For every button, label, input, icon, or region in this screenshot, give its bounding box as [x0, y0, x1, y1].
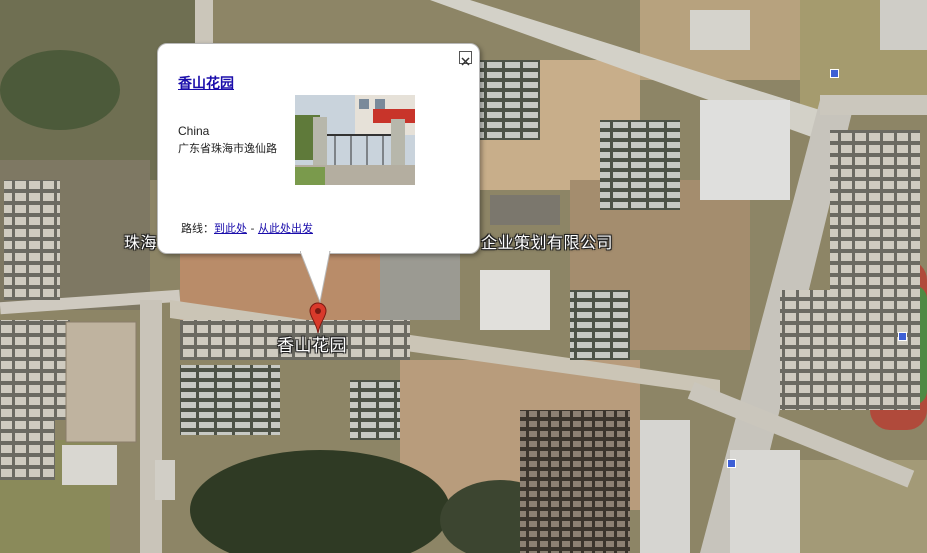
- directions-to-here-link[interactable]: 到此处: [214, 222, 247, 235]
- place-address: 广东省珠海市逸仙路: [178, 142, 277, 155]
- map-label-marker: 香山花园: [277, 336, 347, 356]
- directions-row: 路线：到此处 - 从此处出发: [181, 220, 313, 236]
- map-label-partial: 珠海: [124, 233, 158, 252]
- info-window-tail: [300, 251, 331, 303]
- place-country: China: [178, 124, 210, 138]
- place-photo[interactable]: [295, 95, 415, 185]
- close-icon[interactable]: [459, 51, 472, 66]
- place-title-link[interactable]: 香山花园: [178, 73, 234, 93]
- directions-label: 路线：: [181, 222, 214, 235]
- poi-marker-icon[interactable]: [830, 69, 839, 78]
- directions-from-here-link[interactable]: 从此处出发: [258, 222, 313, 235]
- map-label-company: 企业策划有限公司: [481, 233, 614, 252]
- directions-separator: -: [247, 222, 258, 235]
- poi-marker-icon[interactable]: [898, 332, 907, 341]
- poi-marker-icon[interactable]: [727, 459, 736, 468]
- map-pin-icon[interactable]: [309, 302, 327, 334]
